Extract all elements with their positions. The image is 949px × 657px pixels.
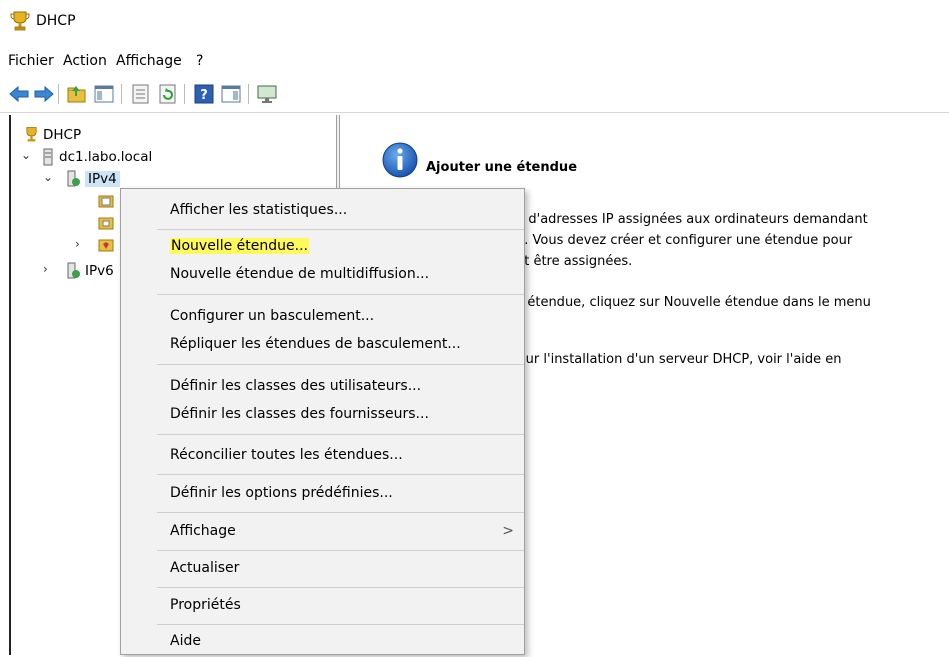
menu-separator bbox=[157, 229, 524, 230]
tree-item-server[interactable]: ⌄ dc1.labo.local bbox=[21, 146, 241, 168]
toolbar-separator bbox=[58, 84, 59, 104]
content-text: ent être assignées. bbox=[508, 254, 633, 269]
ipv6-icon bbox=[67, 262, 80, 279]
back-arrow-icon[interactable] bbox=[8, 83, 30, 105]
menu-separator bbox=[157, 364, 524, 365]
menu-item-afficher-statistiques[interactable]: Afficher les statistiques... bbox=[121, 196, 524, 226]
toolbar-separator bbox=[248, 84, 249, 104]
menu-action[interactable]: Action bbox=[63, 53, 107, 69]
refresh-icon[interactable] bbox=[157, 83, 179, 105]
menu-item-affichage[interactable]: Affichage > bbox=[121, 517, 524, 547]
menu-fichier[interactable]: Fichier bbox=[8, 53, 54, 69]
dhcp-trophy-icon bbox=[26, 127, 37, 142]
tree-item-ipv4[interactable]: ⌄ IPv4 bbox=[43, 168, 163, 190]
up-folder-icon[interactable] bbox=[66, 83, 88, 105]
menu-item-options-predefinies[interactable]: Définir les options prédéfinies... bbox=[121, 479, 524, 509]
content-text: ge d'adresses IP assignées aux ordinateu… bbox=[508, 212, 868, 227]
tree-item-dhcp[interactable]: DHCP bbox=[23, 124, 223, 146]
forward-arrow-icon[interactable] bbox=[33, 83, 55, 105]
content-text: ue. Vous devez créer et configurer une é… bbox=[508, 233, 853, 248]
menu-separator bbox=[157, 512, 524, 513]
properties-icon[interactable] bbox=[130, 83, 152, 105]
menu-item-repliquer-etendues[interactable]: Répliquer les étendues de basculement... bbox=[121, 330, 524, 360]
menu-separator bbox=[157, 294, 524, 295]
menu-item-classes-utilisateurs[interactable]: Définir les classes des utilisateurs... bbox=[121, 372, 524, 402]
monitor-icon[interactable] bbox=[256, 83, 278, 105]
show-action-pane-icon[interactable] bbox=[220, 83, 242, 105]
options-folder-icon[interactable] bbox=[98, 215, 114, 231]
info-icon bbox=[382, 142, 418, 178]
chevron-right-icon[interactable]: › bbox=[43, 262, 53, 276]
server-icon bbox=[43, 148, 53, 166]
menu-help[interactable]: ? bbox=[196, 53, 203, 69]
menu-bar: Fichier Action Affichage ? bbox=[0, 50, 949, 74]
context-menu: Afficher les statistiques... Nouvelle ét… bbox=[120, 188, 525, 655]
menu-separator bbox=[157, 474, 524, 475]
window-title: DHCP bbox=[36, 13, 76, 29]
policies-folder-icon[interactable] bbox=[98, 237, 114, 253]
content-text: lle étendue, cliquez sur Nouvelle étendu… bbox=[508, 295, 871, 310]
menu-item-nouvelle-etendue-multidiffusion[interactable]: Nouvelle étendue de multidiffusion... bbox=[121, 260, 524, 290]
tree-label: IPv6 bbox=[85, 263, 114, 279]
menu-item-proprietes[interactable]: Propriétés bbox=[121, 591, 524, 621]
chevron-down-icon[interactable]: ⌄ bbox=[21, 148, 31, 162]
chevron-right-icon: > bbox=[502, 523, 514, 539]
toolbar-separator bbox=[121, 84, 122, 104]
menu-item-reconcilier[interactable]: Réconcilier toutes les étendues... bbox=[121, 441, 524, 471]
menu-separator bbox=[157, 434, 524, 435]
menu-item-configurer-basculement[interactable]: Configurer un basculement... bbox=[121, 302, 524, 332]
svg-text:?: ? bbox=[200, 88, 208, 103]
highlighted-label: Nouvelle étendue... bbox=[170, 238, 309, 254]
dhcp-trophy-icon bbox=[10, 11, 30, 31]
menu-separator bbox=[157, 587, 524, 588]
tree-label: dc1.labo.local bbox=[59, 149, 153, 165]
help-icon[interactable]: ? bbox=[193, 83, 215, 105]
chevron-right-icon[interactable]: › bbox=[75, 237, 85, 251]
menu-item-aide[interactable]: Aide bbox=[121, 627, 524, 657]
menu-item-classes-fournisseurs[interactable]: Définir les classes des fournisseurs... bbox=[121, 400, 524, 430]
show-hide-tree-icon[interactable] bbox=[93, 83, 115, 105]
menu-affichage[interactable]: Affichage bbox=[116, 53, 182, 69]
content-text: s sur l'installation d'un serveur DHCP, … bbox=[508, 352, 842, 367]
content-title: Ajouter une étendue bbox=[426, 160, 578, 175]
toolbar: ? bbox=[0, 78, 949, 113]
tree-label: IPv4 bbox=[85, 171, 120, 187]
menu-separator bbox=[157, 550, 524, 551]
menu-item-actualiser[interactable]: Actualiser bbox=[121, 554, 524, 584]
menu-separator bbox=[157, 624, 524, 625]
chevron-down-icon[interactable]: ⌄ bbox=[43, 170, 53, 184]
scope-folder-icon[interactable] bbox=[98, 193, 114, 209]
title-bar: DHCP bbox=[0, 0, 949, 44]
menu-item-nouvelle-etendue[interactable]: Nouvelle étendue... bbox=[121, 232, 524, 262]
toolbar-separator bbox=[184, 84, 185, 104]
ipv4-icon bbox=[67, 170, 80, 187]
tree-label: DHCP bbox=[43, 127, 82, 143]
